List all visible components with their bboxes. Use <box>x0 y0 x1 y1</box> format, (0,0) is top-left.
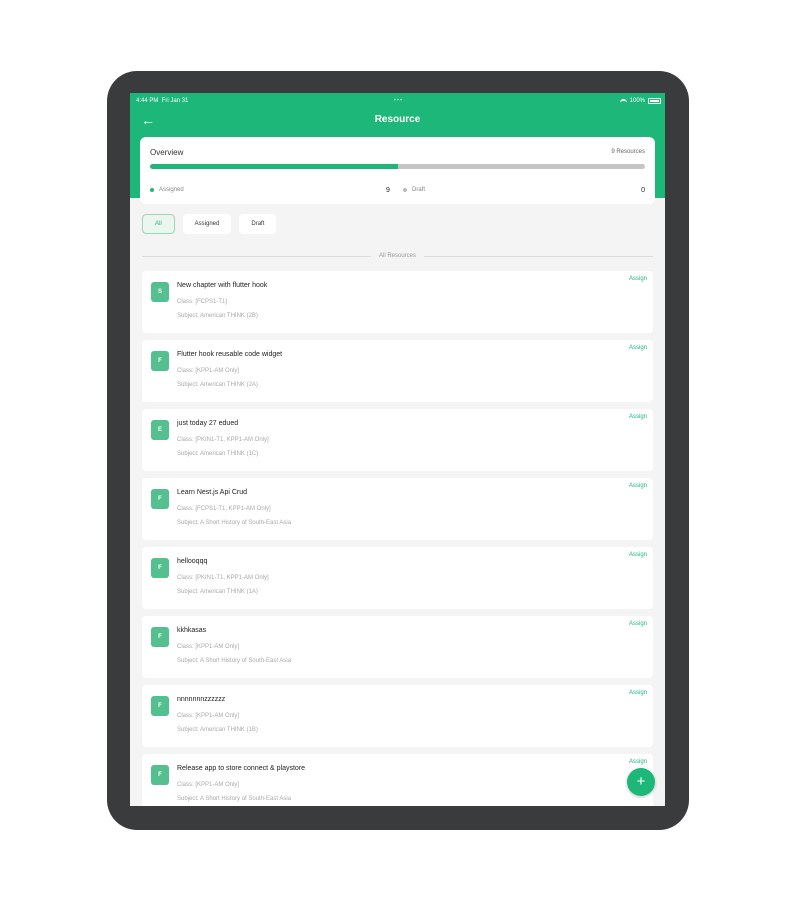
battery-icon <box>648 98 661 104</box>
resource-class: Class: [KPP1-AM Only] <box>177 713 240 719</box>
assign-button[interactable]: Assign <box>629 345 647 351</box>
resource-card[interactable]: S New chapter with flutter hook Class: [FC… <box>142 271 653 333</box>
resource-class: Class: [FCPS1-T1, KPP1-AM Only] <box>177 506 271 512</box>
assigned-value: 9 <box>386 187 390 194</box>
resource-class: Class: [PKIN1-T1, KPP1-AM Only] <box>177 437 269 443</box>
status-bar: 4:44 PM Fri Jan 31 ••• 100% <box>136 96 661 106</box>
resource-title: kkhkasas <box>177 627 207 634</box>
filter-assigned-button[interactable]: Assigned <box>182 214 232 234</box>
resource-avatar: F <box>151 489 169 509</box>
assign-button[interactable]: Assign <box>629 759 647 765</box>
resource-avatar: F <box>151 627 169 647</box>
resource-avatar: S <box>151 282 169 302</box>
resource-subject: Subject: A Short History of South-East A… <box>177 658 292 664</box>
progress-fill <box>150 164 398 169</box>
resource-class: Class: [KPP1-AM Only] <box>177 782 240 788</box>
resource-subject: Subject: American THINK (1C) <box>177 451 259 457</box>
battery-percent: 100% <box>629 98 645 104</box>
page-title: Resource <box>374 114 421 125</box>
resource-class: Class: [PKIN1-T1, KPP1-AM Only] <box>177 575 269 581</box>
assign-button[interactable]: Assign <box>629 552 647 558</box>
status-time: 4:44 PM <box>136 98 159 104</box>
resource-title: nnnnnnnzzzzzz <box>177 696 226 703</box>
resource-title: Flutter hook reusable code widget <box>177 351 283 358</box>
resource-title: Learn Nest.js Api Crud <box>177 489 248 496</box>
wifi-icon <box>619 98 627 104</box>
overview-card: Overview 9 Resources Assigned 9 Draft 0 <box>140 137 655 204</box>
assigned-dot-icon <box>150 188 154 192</box>
resource-title: just today 27 edued <box>177 420 239 427</box>
filter-all-button[interactable]: All <box>142 214 175 234</box>
resource-class: Class: [KPP1-AM Only] <box>177 644 240 650</box>
resource-subject: Subject: A Short History of South-East A… <box>177 796 292 802</box>
section-divider: All Resources <box>142 251 654 261</box>
resource-card[interactable]: F Flutter hook reusable code widget Class:… <box>142 340 653 402</box>
resource-list: S New chapter with flutter hook Class: [FC… <box>142 271 653 806</box>
draft-value: 0 <box>641 187 645 194</box>
resource-avatar: F <box>151 558 169 578</box>
assign-button[interactable]: Assign <box>629 621 647 627</box>
resource-avatar: F <box>151 696 169 716</box>
resource-card[interactable]: Ejust today 27 edued Class: [PKIN1-T1, KP… <box>142 409 653 471</box>
resource-class: Class: [KPP1-AM Only] <box>177 368 240 374</box>
app-screen: 4:44 PM Fri Jan 31 ••• 100% ← Resource O… <box>130 93 665 806</box>
resource-title: New chapter with flutter hook <box>177 282 268 289</box>
section-label: All Resources <box>379 253 417 259</box>
resource-card[interactable]: Fkkhkasas Class: [KPP1-AM Only] Subject: A… <box>142 616 653 678</box>
resource-subject: Subject: American THINK (2A) <box>177 382 258 388</box>
draft-dot-icon <box>403 188 407 192</box>
resource-title: Release app to store connect & playstore <box>177 765 306 772</box>
filter-draft-button[interactable]: Draft <box>239 214 277 234</box>
assign-button[interactable]: Assign <box>629 276 647 282</box>
overview-title: Overview <box>150 148 184 157</box>
draft-legend: Draft <box>403 187 425 193</box>
assigned-progress-bar <box>150 164 645 169</box>
resource-card[interactable]: Fhellooqqq Class: [PKIN1-T1, KPP1-AM Only… <box>142 547 653 609</box>
add-resource-button[interactable]: + <box>627 768 655 796</box>
assign-button[interactable]: Assign <box>629 414 647 420</box>
assigned-label: Assigned <box>159 187 184 193</box>
assign-button[interactable]: Assign <box>629 483 647 489</box>
status-date: Fri Jan 31 <box>161 98 189 104</box>
resource-avatar: F <box>151 765 169 785</box>
resource-card[interactable]: F Release app to store connect & playstor… <box>142 754 653 806</box>
resource-subject: Subject: American THINK (1A) <box>177 589 258 595</box>
status-time-date: 4:44 PM Fri Jan 31 <box>136 98 311 104</box>
resource-title: hellooqqq <box>177 558 208 565</box>
resource-subject: Subject: American THINK (2B) <box>177 313 258 319</box>
resource-subject: Subject: American THINK (1B) <box>177 727 258 733</box>
draft-label: Draft <box>412 187 426 193</box>
resource-avatar: F <box>151 351 169 371</box>
resource-subject: Subject: A Short History of South-East A… <box>177 520 292 526</box>
resource-class: Class: [FCPS1-T1] <box>177 299 228 305</box>
filter-tabs: All Assigned Draft <box>142 214 277 234</box>
resource-card[interactable]: Fnnnnnnnzzzzzz Class: [KPP1-AM Only] Subje… <box>142 685 653 747</box>
resource-count: 9 Resources <box>611 149 645 155</box>
assigned-legend: Assigned <box>150 187 184 193</box>
resource-avatar: E <box>151 420 169 440</box>
assign-button[interactable]: Assign <box>629 690 647 696</box>
multitasking-dots: ••• <box>393 98 404 104</box>
status-right: 100% <box>486 98 661 104</box>
resource-card[interactable]: F Learn Nest.js Api Crud Class: [FCPS1-T1,… <box>142 478 653 540</box>
